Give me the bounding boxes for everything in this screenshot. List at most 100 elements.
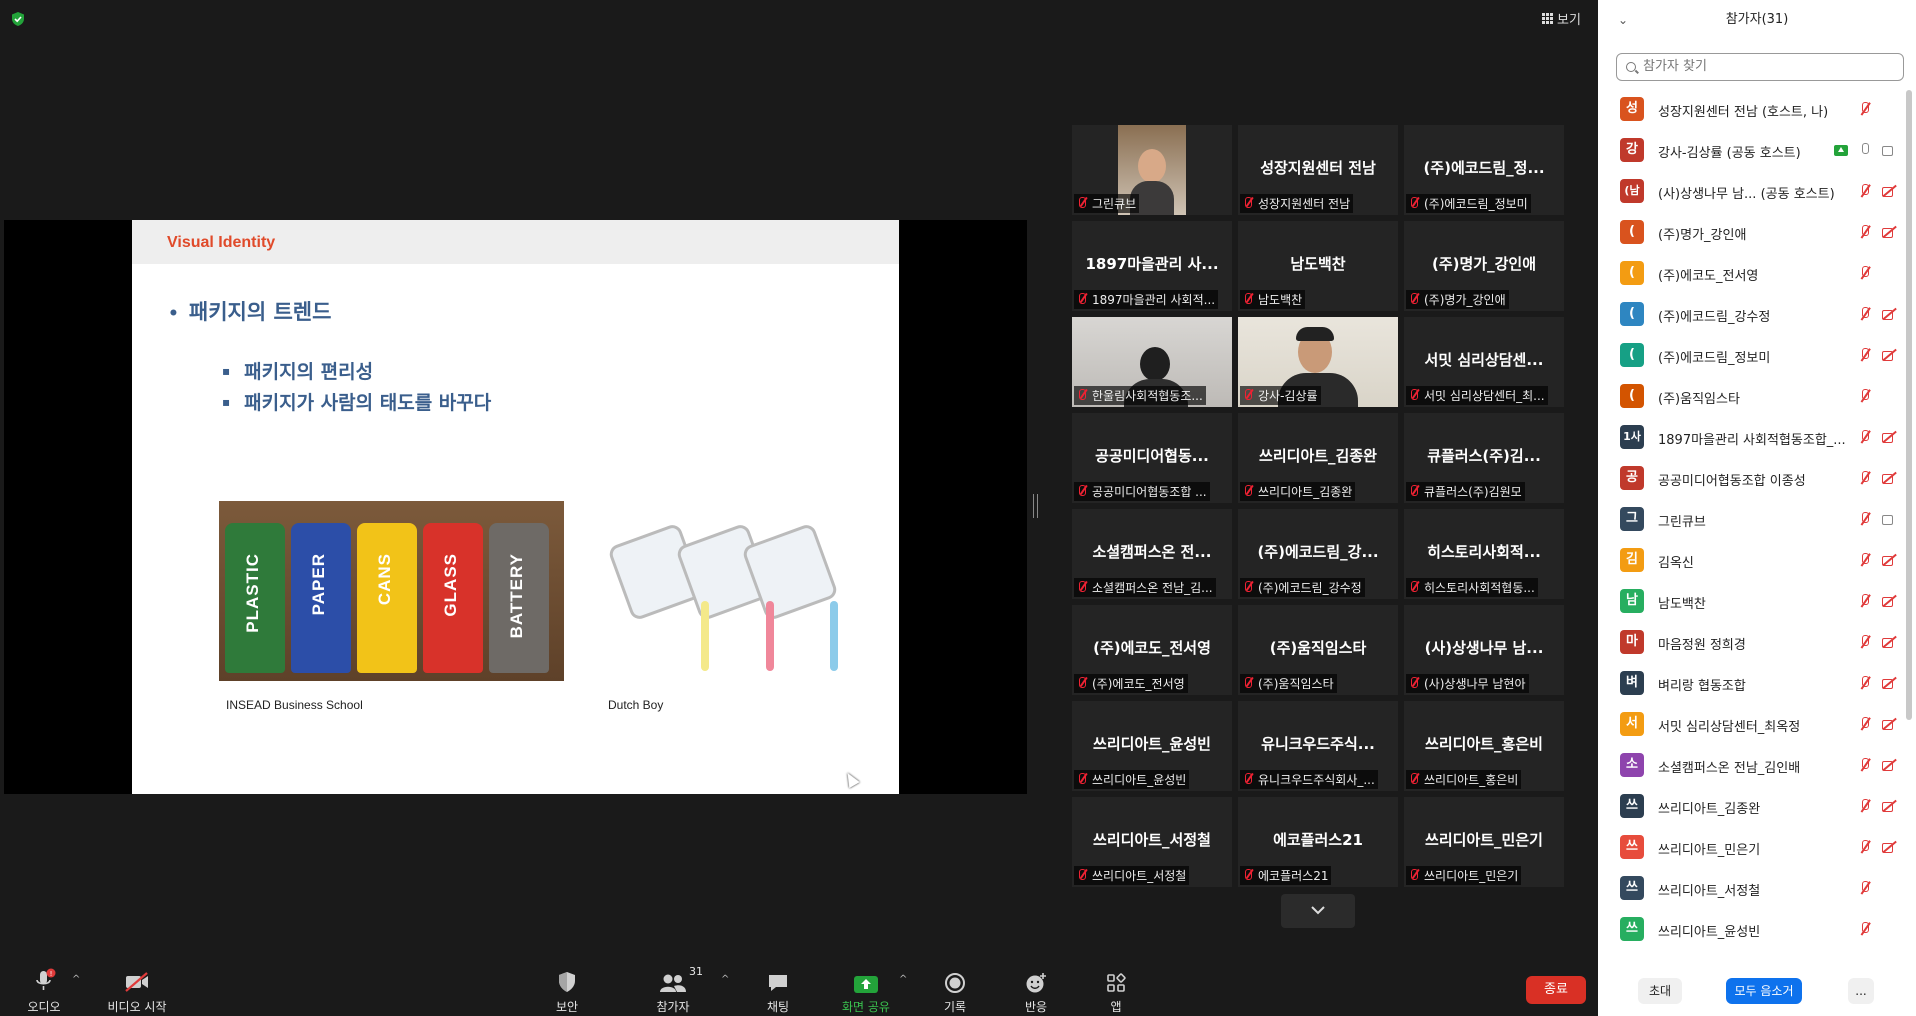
camera-off-icon[interactable] xyxy=(1882,594,1896,608)
participant-search[interactable] xyxy=(1616,53,1904,81)
video-tile[interactable]: 에코플러스21 에코플러스21 xyxy=(1238,797,1398,887)
video-tile[interactable]: 공공미디어협동... 공공미디어협동조합 ... xyxy=(1072,413,1232,503)
reactions-button[interactable]: 반응 xyxy=(996,954,1076,1015)
camera-off-icon[interactable] xyxy=(1882,758,1896,772)
microphone-muted-icon[interactable] xyxy=(1858,266,1872,280)
video-tile[interactable]: 히스토리사회적... 히스토리사회적협동... xyxy=(1404,509,1564,599)
video-tile[interactable]: (주)움직임스타 (주)움직임스타 xyxy=(1238,605,1398,695)
microphone-muted-icon[interactable] xyxy=(1858,307,1872,321)
video-tile[interactable]: (주)에코드림_정... (주)에코드림_정보미 xyxy=(1404,125,1564,215)
participant-list-scrollbar[interactable] xyxy=(1906,90,1912,720)
audio-options-caret[interactable]: ^ xyxy=(72,974,80,985)
video-tile[interactable]: 남도백찬 남도백찬 xyxy=(1238,221,1398,311)
camera-off-icon[interactable] xyxy=(1882,307,1896,321)
microphone-muted-icon[interactable] xyxy=(1858,512,1872,526)
video-tile[interactable]: 쓰리디아트_홍은비 쓰리디아트_홍은비 xyxy=(1404,701,1564,791)
participant-row[interactable]: 쓰 쓰리디아트_민은기 xyxy=(1598,828,1904,869)
video-tile[interactable]: 서밋 심리상담센... 서밋 심리상담센터_최... xyxy=(1404,317,1564,407)
record-button[interactable]: 기록 xyxy=(915,954,995,1015)
microphone-muted-icon[interactable] xyxy=(1858,799,1872,813)
microphone-muted-icon[interactable] xyxy=(1858,881,1872,895)
mute-all-button[interactable]: 모두 음소거 xyxy=(1726,978,1802,1004)
camera-off-icon[interactable] xyxy=(1882,225,1896,239)
participant-row[interactable]: ((주)에코드림_정보미 xyxy=(1598,336,1904,377)
video-tile[interactable]: 강사-김상률 xyxy=(1238,317,1398,407)
camera-off-icon[interactable] xyxy=(1882,471,1896,485)
participant-row[interactable]: (남 (사)상생나무 남... (공동 호스트) xyxy=(1598,172,1904,213)
microphone-muted-icon[interactable] xyxy=(1858,922,1872,936)
microphone-icon[interactable] xyxy=(1858,143,1872,157)
participant-row[interactable]: 강 강사-김상률 (공동 호스트) xyxy=(1598,131,1904,172)
video-tile[interactable]: 유니크우드주식... 유니크우드주식회사_... xyxy=(1238,701,1398,791)
microphone-muted-icon[interactable] xyxy=(1858,225,1872,239)
camera-off-icon[interactable] xyxy=(1882,676,1896,690)
camera-icon[interactable] xyxy=(1882,512,1896,526)
end-meeting-button[interactable]: 종료 xyxy=(1526,976,1586,1004)
participant-row[interactable]: ((주)명가_강인애 xyxy=(1598,213,1904,254)
microphone-muted-icon[interactable] xyxy=(1858,430,1872,444)
participant-row[interactable]: ((주)움직임스타 xyxy=(1598,377,1904,418)
participant-row[interactable]: 김 김옥신 xyxy=(1598,541,1904,582)
gallery-next-page-button[interactable] xyxy=(1281,894,1355,928)
start-video-button[interactable]: 비디오 시작 xyxy=(96,954,178,1015)
camera-off-icon[interactable] xyxy=(1882,799,1896,813)
participants-button[interactable]: 31 참가자 xyxy=(633,954,713,1015)
camera-off-icon[interactable] xyxy=(1882,840,1896,854)
participant-row[interactable]: 그 그린큐브 xyxy=(1598,500,1904,541)
share-options-caret[interactable]: ^ xyxy=(899,974,907,985)
chat-button[interactable]: 채팅 xyxy=(738,954,818,1015)
participants-options-caret[interactable]: ^ xyxy=(721,974,729,985)
microphone-muted-icon[interactable] xyxy=(1858,594,1872,608)
camera-off-icon[interactable] xyxy=(1882,717,1896,731)
participant-row[interactable]: 1사 1897마을관리 사회적협동조합_... xyxy=(1598,418,1904,459)
microphone-muted-icon[interactable] xyxy=(1858,184,1872,198)
apps-button[interactable]: 앱 xyxy=(1076,954,1156,1015)
camera-off-icon[interactable] xyxy=(1882,430,1896,444)
camera-off-icon[interactable] xyxy=(1882,184,1896,198)
camera-off-icon[interactable] xyxy=(1882,348,1896,362)
video-tile[interactable]: (사)상생나무 남... (사)상생나무 남현아 xyxy=(1404,605,1564,695)
more-options-button[interactable]: ... xyxy=(1848,978,1874,1004)
microphone-muted-icon[interactable] xyxy=(1858,758,1872,772)
security-button[interactable]: 보안 xyxy=(527,954,607,1015)
video-tile[interactable]: (주)에코드림_강... (주)에코드림_강수정 xyxy=(1238,509,1398,599)
microphone-muted-icon[interactable] xyxy=(1858,553,1872,567)
video-tile[interactable]: 1897마을관리 사... 1897마을관리 사회적... xyxy=(1072,221,1232,311)
camera-icon[interactable] xyxy=(1882,143,1896,157)
video-tile[interactable]: (주)명가_강인애 (주)명가_강인애 xyxy=(1404,221,1564,311)
microphone-muted-icon[interactable] xyxy=(1858,840,1872,854)
camera-off-icon[interactable] xyxy=(1882,553,1896,567)
microphone-muted-icon[interactable] xyxy=(1858,635,1872,649)
participant-search-input[interactable] xyxy=(1641,58,1895,75)
split-resize-handle[interactable] xyxy=(1033,494,1038,518)
participant-row[interactable]: 쓰 쓰리디아트_서정철 xyxy=(1598,869,1904,910)
video-tile[interactable]: 한울림사회적협동조... xyxy=(1072,317,1232,407)
share-screen-button[interactable]: 화면 공유 xyxy=(826,954,906,1015)
participant-row[interactable]: 쓰 쓰리디아트_윤성빈 xyxy=(1598,910,1904,951)
microphone-muted-icon[interactable] xyxy=(1858,389,1872,403)
participant-row[interactable]: 공 공공미디어협동조합 이종성 xyxy=(1598,459,1904,500)
participant-row[interactable]: 성 성장지원센터 전남 (호스트, 나) xyxy=(1598,90,1904,131)
video-tile[interactable]: 큐플러스(주)김... 큐플러스(주)김원모 xyxy=(1404,413,1564,503)
video-tile[interactable]: 소셜캠퍼스온 전... 소셜캠퍼스온 전남_김... xyxy=(1072,509,1232,599)
participant-row[interactable]: 마 마음정원 정희경 xyxy=(1598,623,1904,664)
microphone-muted-icon[interactable] xyxy=(1858,348,1872,362)
microphone-muted-icon[interactable] xyxy=(1858,102,1872,116)
participant-row[interactable]: 소 소셜캠퍼스온 전남_김인배 xyxy=(1598,746,1904,787)
participant-row[interactable]: 쓰 쓰리디아트_김종완 xyxy=(1598,787,1904,828)
participant-row[interactable]: ((주)에코도_전서영 xyxy=(1598,254,1904,295)
microphone-muted-icon[interactable] xyxy=(1858,676,1872,690)
security-shield-icon[interactable] xyxy=(10,11,26,27)
camera-off-icon[interactable] xyxy=(1882,635,1896,649)
invite-button[interactable]: 초대 xyxy=(1638,978,1682,1004)
video-tile[interactable]: 성장지원센터 전남 성장지원센터 전남 xyxy=(1238,125,1398,215)
microphone-muted-icon[interactable] xyxy=(1858,471,1872,485)
participant-row[interactable]: ((주)에코드림_강수정 xyxy=(1598,295,1904,336)
video-tile[interactable]: 쓰리디아트_서정철 쓰리디아트_서정철 xyxy=(1072,797,1232,887)
view-button[interactable]: 보기 xyxy=(1542,9,1581,28)
microphone-muted-icon[interactable] xyxy=(1858,717,1872,731)
participant-row[interactable]: 벼 벼리랑 협동조합 xyxy=(1598,664,1904,705)
video-tile[interactable]: 그린큐브 xyxy=(1072,125,1232,215)
participant-row[interactable]: 서 서밋 심리상담센터_최옥정 xyxy=(1598,705,1904,746)
participant-row[interactable]: 남 남도백찬 xyxy=(1598,582,1904,623)
